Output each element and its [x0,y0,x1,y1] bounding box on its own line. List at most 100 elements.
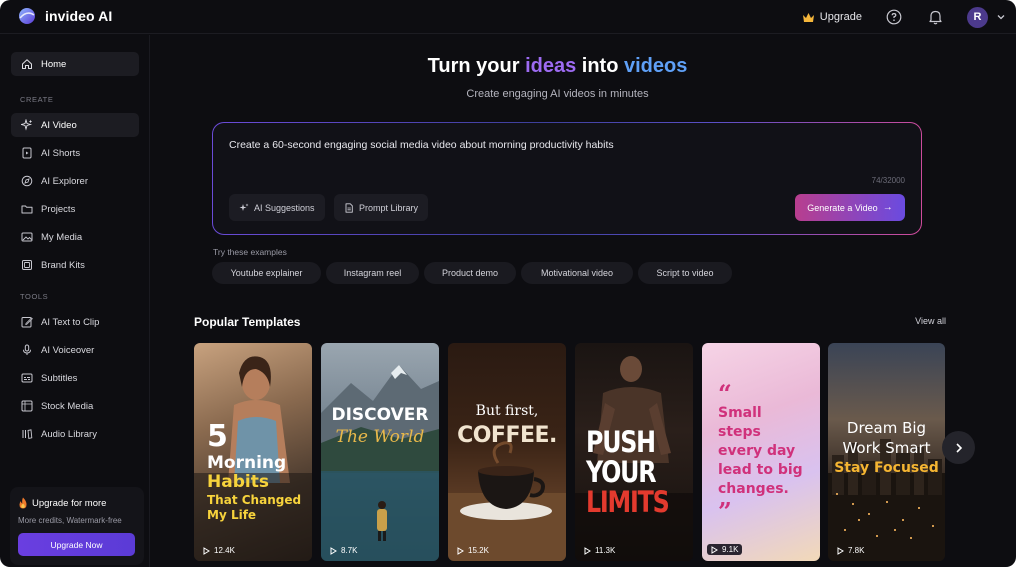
template-card-morning-habits[interactable]: 5 Morning Habits That Changed My Life 12… [194,343,312,561]
prompt-box: Create a 60-second engaging social media… [212,122,922,235]
carousel-next-button[interactable] [942,431,975,464]
template-thumbnail [448,441,566,561]
help-button[interactable] [885,8,903,26]
template-card-dream-big[interactable]: Dream Big Work Smart Stay Focused 7.8K [828,343,945,561]
play-icon [837,546,844,555]
view-count-value: 8.7K [341,546,358,555]
view-count-value: 15.2K [468,546,489,555]
card-title-line: DISCOVER [331,405,429,425]
sidebar-item-label: Subtitles [41,372,78,384]
ai-suggestions-button[interactable]: AI Suggestions [229,194,325,221]
microphone-icon [23,344,31,355]
play-icon [711,545,718,554]
chevron-right-icon [955,442,962,453]
template-card-coffee[interactable]: But first, COFFEE. 15.2K [448,343,566,561]
card-title-line: That Changed [207,493,302,507]
card-title-line: Dream Big [846,419,927,437]
template-card-push-your-limits[interactable]: PUSH YOUR LIMITS 11.3K [575,343,693,561]
view-count-value: 11.3K [595,546,616,555]
sidebar-item-audio-library[interactable]: Audio Library [11,422,139,446]
sidebar-item-label: My Media [41,231,83,243]
sidebar-item-projects[interactable]: Projects [11,197,139,221]
view-count: 9.1K [707,544,743,555]
notifications-button[interactable] [926,8,944,26]
view-count: 11.3K [584,546,615,555]
compass-icon [21,175,33,187]
sidebar-item-ai-voiceover[interactable]: AI Voiceover [11,338,139,362]
view-count: 15.2K [457,546,489,555]
document-icon [345,202,353,213]
card-title-line: YOUR [586,455,657,489]
card-title-line: The World [335,427,425,447]
sidebar-item-my-media[interactable]: My Media [11,225,139,249]
example-chip-product-demo[interactable]: Product demo [424,262,516,284]
audio-library-icon [22,429,33,440]
generate-video-label: Generate a Video [807,202,878,213]
chevron-down-icon[interactable] [996,12,1006,22]
image-icon [21,232,33,242]
prompt-library-label: Prompt Library [359,202,419,213]
card-title-line: lead to big [718,462,803,478]
sparkle-icon [21,119,33,131]
sidebar-item-ai-video[interactable]: AI Video [11,113,139,137]
card-title-line: Morning [207,453,287,473]
sidebar-item-stock-media[interactable]: Stock Media [11,394,139,418]
app-window: invideo AI Upgrade R Home CREATE AI Vide… [0,0,1016,567]
page-subtitle: Create engaging AI videos in minutes [466,88,649,100]
examples-label: Try these examples [213,247,287,257]
sidebar-item-ai-text-to-clip[interactable]: AI Text to Clip [11,310,139,334]
view-count: 12.4K [203,546,235,555]
template-card-small-steps[interactable]: “ Small steps every day lead to big chan… [702,343,820,561]
upgrade-now-button[interactable]: Upgrade Now [18,533,135,556]
example-chip-motivational-video[interactable]: Motivational video [521,262,633,284]
sidebar-item-ai-explorer[interactable]: AI Explorer [11,169,139,193]
sidebar-item-label: Audio Library [41,428,97,440]
sidebar-item-label: Stock Media [41,400,94,412]
sidebar-item-label: Home [41,58,67,70]
subtitles-icon [21,373,33,383]
section-title-templates: Popular Templates [194,315,301,329]
upgrade-card-title-row: Upgrade for more [18,497,106,509]
app-name: invideo AI [45,8,113,24]
home-icon [22,59,32,69]
play-icon [330,546,337,555]
sidebar-item-label: AI Voiceover [41,344,95,356]
prompt-input[interactable]: Create a 60-second engaging social media… [229,139,614,151]
prompt-library-button[interactable]: Prompt Library [334,194,429,221]
sidebar-item-subtitles[interactable]: Subtitles [11,366,139,390]
brand[interactable]: invideo AI [17,6,112,26]
user-avatar[interactable]: R [967,6,988,28]
card-title-line: Stay Focused [834,460,939,476]
play-icon [457,546,464,555]
arrow-right-icon: → [882,202,893,213]
invideo-logo-icon [19,8,35,24]
sidebar-item-home[interactable]: Home [11,52,139,76]
example-chip-instagram-reel[interactable]: Instagram reel [326,262,419,284]
sidebar-item-brand-kits[interactable]: Brand Kits [11,253,139,277]
quote-open-icon: “ [718,379,732,408]
card-title-line: My Life [207,508,257,522]
example-chip-youtube-explainer[interactable]: Youtube explainer [212,262,321,284]
template-thumbnail [321,365,439,561]
card-title-line: PUSH [586,425,656,459]
character-count: 74/32000 [871,176,905,185]
view-all-link[interactable]: View all [900,316,946,326]
title-part: Turn your [427,55,526,77]
upgrade-card-subtitle: More credits, Watermark-free [18,516,122,525]
upgrade-link[interactable]: Upgrade [802,11,862,23]
view-count: 7.8K [837,546,864,555]
help-icon [886,9,902,25]
view-count-value: 12.4K [214,546,235,555]
generate-video-button[interactable]: Generate a Video → [795,194,905,221]
card-title-line: Work Smart [842,439,931,457]
card-title-line: COFFEE. [457,423,557,448]
sidebar-item-label: AI Shorts [41,147,81,159]
template-card-discover-the-world[interactable]: DISCOVER The World 8.7K [321,343,439,561]
sidebar-item-label: AI Text to Clip [41,316,100,328]
title-part: into [576,55,624,77]
sidebar-item-ai-shorts[interactable]: AI Shorts [11,141,139,165]
crown-icon [802,12,814,22]
title-highlight-ideas: ideas [525,55,577,77]
shorts-icon [22,147,32,159]
example-chip-script-to-video[interactable]: Script to video [638,262,732,284]
